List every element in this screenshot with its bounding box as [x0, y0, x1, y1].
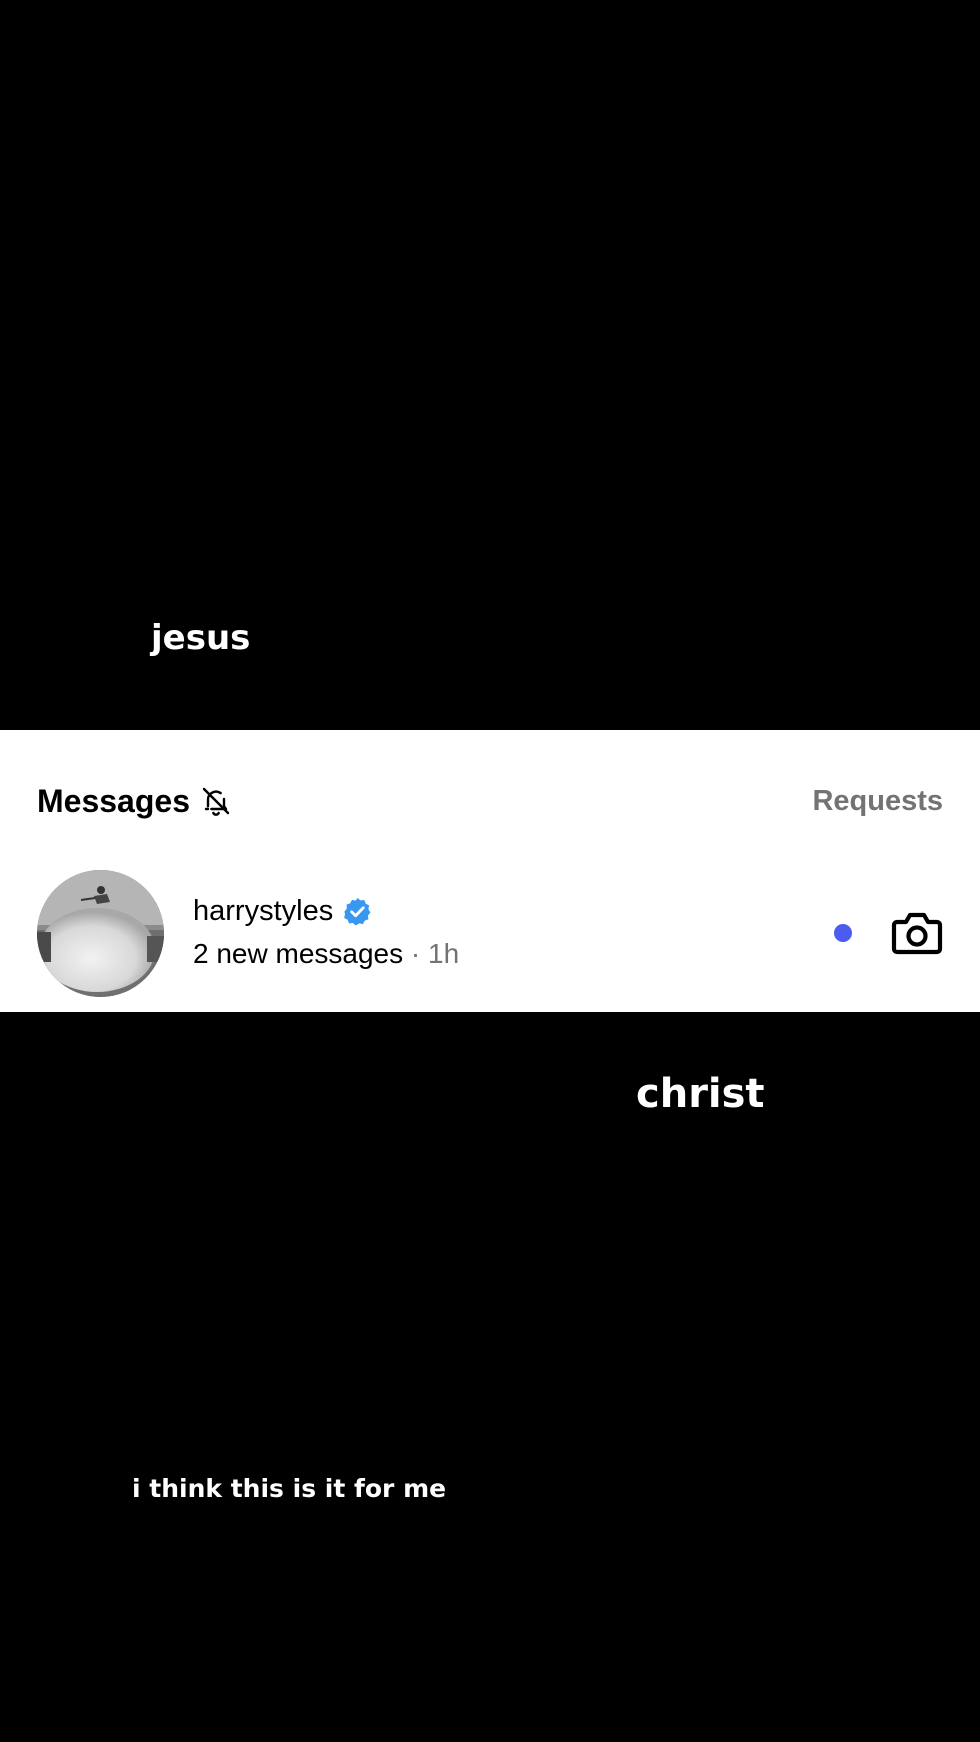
avatar[interactable]	[37, 869, 164, 997]
requests-link[interactable]: Requests	[812, 785, 943, 818]
thread-actions	[834, 909, 943, 957]
username: harrystyles	[193, 895, 334, 927]
thread-text: harrystyles 2 new messages · 1h	[193, 893, 459, 973]
separator-dot: ·	[410, 938, 428, 969]
message-preview: 2 new messages · 1h	[193, 935, 459, 973]
bell-off-icon	[200, 785, 232, 817]
messages-title: Messages	[37, 782, 190, 819]
messages-header: Messages Requests	[37, 776, 943, 826]
verified-badge-icon	[342, 896, 373, 927]
messages-panel: Messages Requests harrystyles 2 new mess…	[0, 730, 980, 1012]
message-thread-row[interactable]: harrystyles 2 new messages · 1h	[37, 868, 943, 998]
story-caption-bottom: i think this is it for me	[132, 1474, 447, 1503]
unread-indicator	[834, 924, 852, 942]
camera-icon[interactable]	[891, 909, 943, 957]
messages-title-group: Messages	[37, 783, 232, 820]
story-caption-middle: christ	[636, 1071, 765, 1117]
preview-text: 2 new messages	[193, 938, 404, 969]
username-line: harrystyles	[193, 893, 459, 929]
timestamp: 1h	[428, 938, 460, 969]
story-caption-top: jesus	[151, 618, 251, 658]
